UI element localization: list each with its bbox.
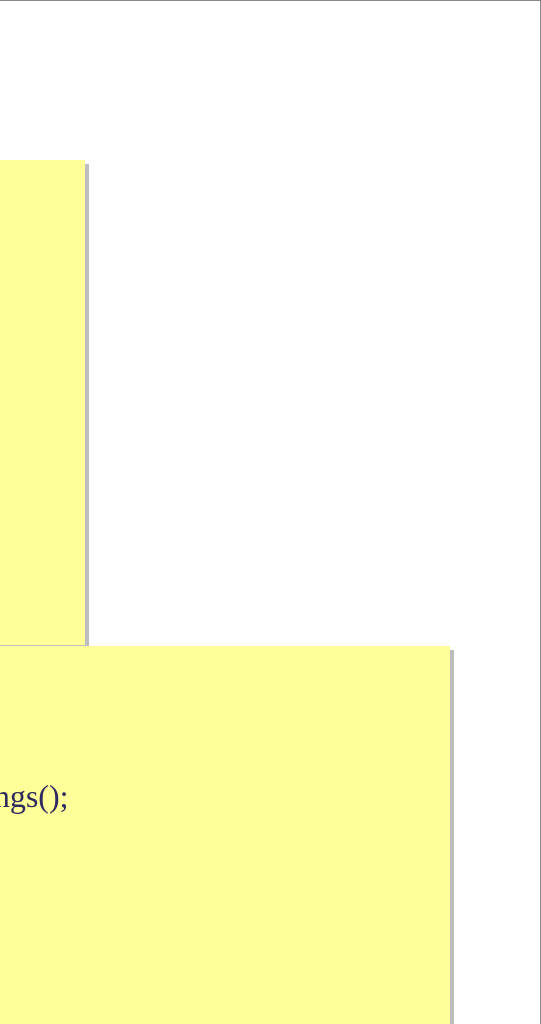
code-line-1: in { <box>0 660 432 699</box>
code-line-6: tContentPane().add(rings); <box>0 855 432 894</box>
code-line-3: ndow = new JFrame(); <box>0 738 432 777</box>
code-line-4: ngs rings = new OlympicRings(); <box>0 777 432 816</box>
page-top-border <box>0 0 541 1</box>
code-line-2: void main(String[] args) { <box>0 699 432 738</box>
code-line-7: tLocation(50,50); <box>0 894 432 933</box>
code-text: OlympicRings(); <box>0 778 68 814</box>
code-line-5: tSize(282, 230); <box>0 816 432 855</box>
code-block-upper <box>0 160 85 645</box>
code-line-8: tVisible(true); <box>0 933 432 972</box>
code-block-lower: in { void main(String[] args) { ndow = n… <box>0 646 450 1024</box>
